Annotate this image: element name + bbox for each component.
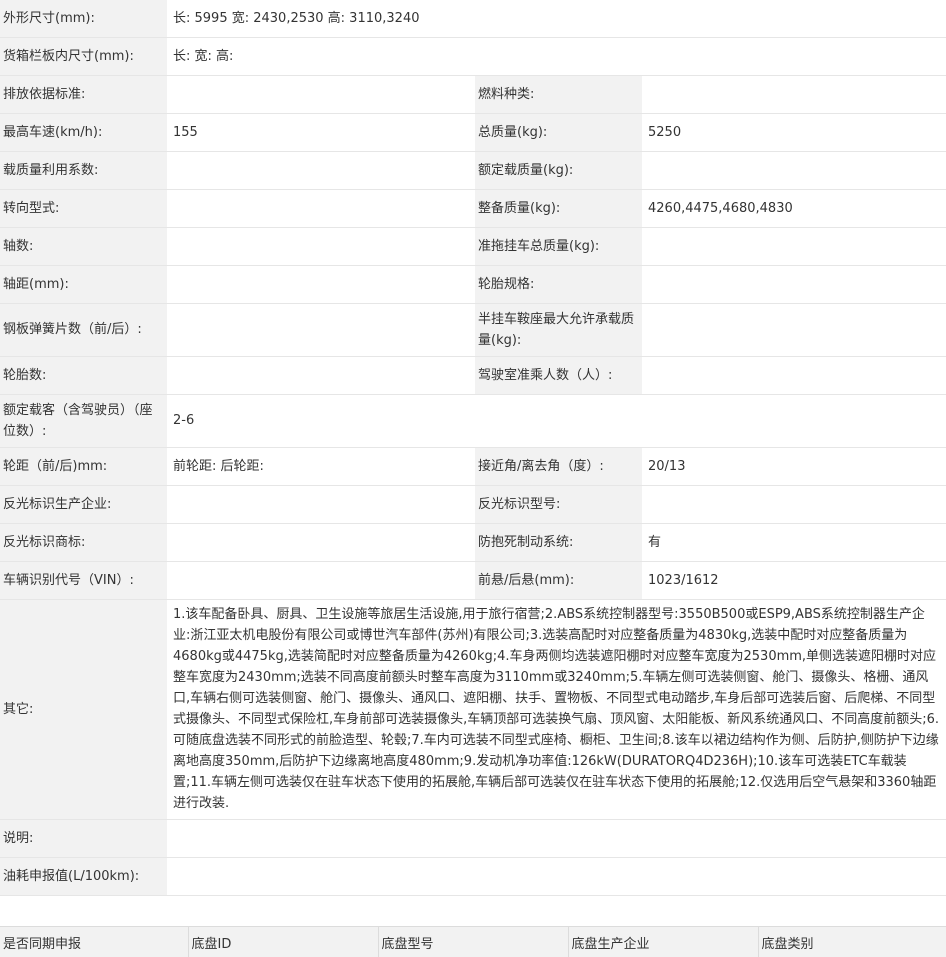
spec-value (167, 265, 475, 304)
chassis-header-concurrent: 是否同期申报 (0, 925, 188, 957)
spec-label: 说明: (0, 819, 167, 858)
spec-value (167, 356, 475, 395)
spec-value: 前轮距: 后轮距: (167, 447, 475, 486)
spec-row-fuel: 油耗申报值(L/100km): (0, 857, 946, 896)
chassis-header-row: 是否同期申报 底盘ID 底盘型号 底盘生产企业 底盘类别 (0, 925, 946, 957)
spec-value (167, 523, 475, 562)
spec-label: 最高车速(km/h): (0, 113, 167, 152)
spec-row-track: 轮距（前/后)mm: 前轮距: 后轮距: 接近角/离去角（度）: 20/13 (0, 447, 946, 486)
spec-value (167, 857, 946, 896)
spec-row-cargo: 货箱栏板内尺寸(mm): 长: 宽: 高: (0, 37, 946, 76)
spec-value (167, 151, 475, 190)
spec-value (642, 303, 946, 357)
spec-value (167, 485, 475, 524)
spec-label: 轮胎规格: (475, 265, 642, 304)
spec-value (167, 819, 946, 858)
spec-row-wheelbase: 轴距(mm): 轮胎规格: (0, 265, 946, 304)
spec-value: 1023/1612 (642, 561, 946, 600)
spec-value (642, 356, 946, 395)
chassis-header-maker: 底盘生产企业 (567, 925, 758, 957)
spec-label: 整备质量(kg): (475, 189, 642, 228)
spec-row-speed: 最高车速(km/h): 155 总质量(kg): 5250 (0, 113, 946, 152)
spec-row-axles: 轴数: 准拖挂车总质量(kg): (0, 227, 946, 266)
spec-value (167, 189, 475, 228)
spec-label: 车辆识别代号（VIN）: (0, 561, 167, 600)
spec-value (167, 75, 475, 114)
spec-row-other: 其它: 1.该车配备卧具、厨具、卫生设施等旅居生活设施,用于旅行宿营;2.ABS… (0, 599, 946, 820)
spec-value (167, 561, 475, 600)
spec-value (642, 227, 946, 266)
spec-label: 轮胎数: (0, 356, 167, 395)
spec-label: 前悬/后悬(mm): (475, 561, 642, 600)
spec-label: 货箱栏板内尺寸(mm): (0, 37, 167, 76)
spec-label: 轴距(mm): (0, 265, 167, 304)
spec-label: 接近角/离去角（度）: (475, 447, 642, 486)
spec-label: 反光标识型号: (475, 485, 642, 524)
spec-label: 额定载质量(kg): (475, 151, 642, 190)
spec-row-springs: 钢板弹簧片数（前/后）: 半挂车鞍座最大允许承载质量(kg): (0, 303, 946, 357)
notes-text: 1.该车配备卧具、厨具、卫生设施等旅居生活设施,用于旅行宿营;2.ABS系统控制… (167, 599, 946, 820)
spec-value (167, 227, 475, 266)
spec-value (642, 151, 946, 190)
spec-label: 准拖挂车总质量(kg): (475, 227, 642, 266)
spec-value (642, 485, 946, 524)
spec-value: 20/13 (642, 447, 946, 486)
spec-label: 额定载客（含驾驶员）（座位数）: (0, 394, 167, 448)
spec-value: 2-6 (167, 394, 946, 448)
spec-row-emission: 排放依据标准: 燃料种类: (0, 75, 946, 114)
spec-row-load-coef: 载质量利用系数: 额定载质量(kg): (0, 151, 946, 190)
chassis-header-model: 底盘型号 (377, 925, 568, 957)
spec-label: 转向型式: (0, 189, 167, 228)
spec-value (642, 265, 946, 304)
spec-label: 轴数: (0, 227, 167, 266)
spec-label: 半挂车鞍座最大允许承载质量(kg): (475, 303, 642, 357)
spec-row-reflect-brand: 反光标识商标: 防抱死制动系统: 有 (0, 523, 946, 562)
spec-label: 排放依据标准: (0, 75, 167, 114)
spec-value: 长: 宽: 高: (167, 37, 946, 76)
spec-row-steering: 转向型式: 整备质量(kg): 4260,4475,4680,4830 (0, 189, 946, 228)
vehicle-spec-table: 外形尺寸(mm): 长: 5995 宽: 2430,2530 高: 3110,3… (0, 0, 946, 896)
spec-row-tires: 轮胎数: 驾驶室准乘人数（人）: (0, 356, 946, 395)
spec-label: 反光标识生产企业: (0, 485, 167, 524)
spec-value: 长: 5995 宽: 2430,2530 高: 3110,3240 (167, 0, 946, 38)
spec-label: 轮距（前/后)mm: (0, 447, 167, 486)
spec-value: 4260,4475,4680,4830 (642, 189, 946, 228)
spec-value (642, 75, 946, 114)
spec-label: 油耗申报值(L/100km): (0, 857, 167, 896)
spec-value: 155 (167, 113, 475, 152)
spec-label: 其它: (0, 599, 167, 820)
spec-value: 5250 (642, 113, 946, 152)
spec-row-dims: 外形尺寸(mm): 长: 5995 宽: 2430,2530 高: 3110,3… (0, 0, 946, 38)
spec-row-seats: 额定载客（含驾驶员）（座位数）: 2-6 (0, 394, 946, 448)
spec-label: 驾驶室准乘人数（人）: (475, 356, 642, 395)
spec-row-vin: 车辆识别代号（VIN）: 前悬/后悬(mm): 1023/1612 (0, 561, 946, 600)
spec-label: 外形尺寸(mm): (0, 0, 167, 38)
chassis-header-id: 底盘ID (187, 925, 378, 957)
chassis-table: 是否同期申报 底盘ID 底盘型号 底盘生产企业 底盘类别 (0, 925, 946, 957)
spec-row-remark: 说明: (0, 819, 946, 858)
spec-value: 有 (642, 523, 946, 562)
chassis-header-category: 底盘类别 (757, 925, 946, 957)
spec-label: 钢板弹簧片数（前/后）: (0, 303, 167, 357)
spec-label: 防抱死制动系统: (475, 523, 642, 562)
spec-label: 燃料种类: (475, 75, 642, 114)
spec-label: 载质量利用系数: (0, 151, 167, 190)
spec-value (167, 303, 475, 357)
spec-label: 反光标识商标: (0, 523, 167, 562)
spec-label: 总质量(kg): (475, 113, 642, 152)
spec-row-reflect-maker: 反光标识生产企业: 反光标识型号: (0, 485, 946, 524)
